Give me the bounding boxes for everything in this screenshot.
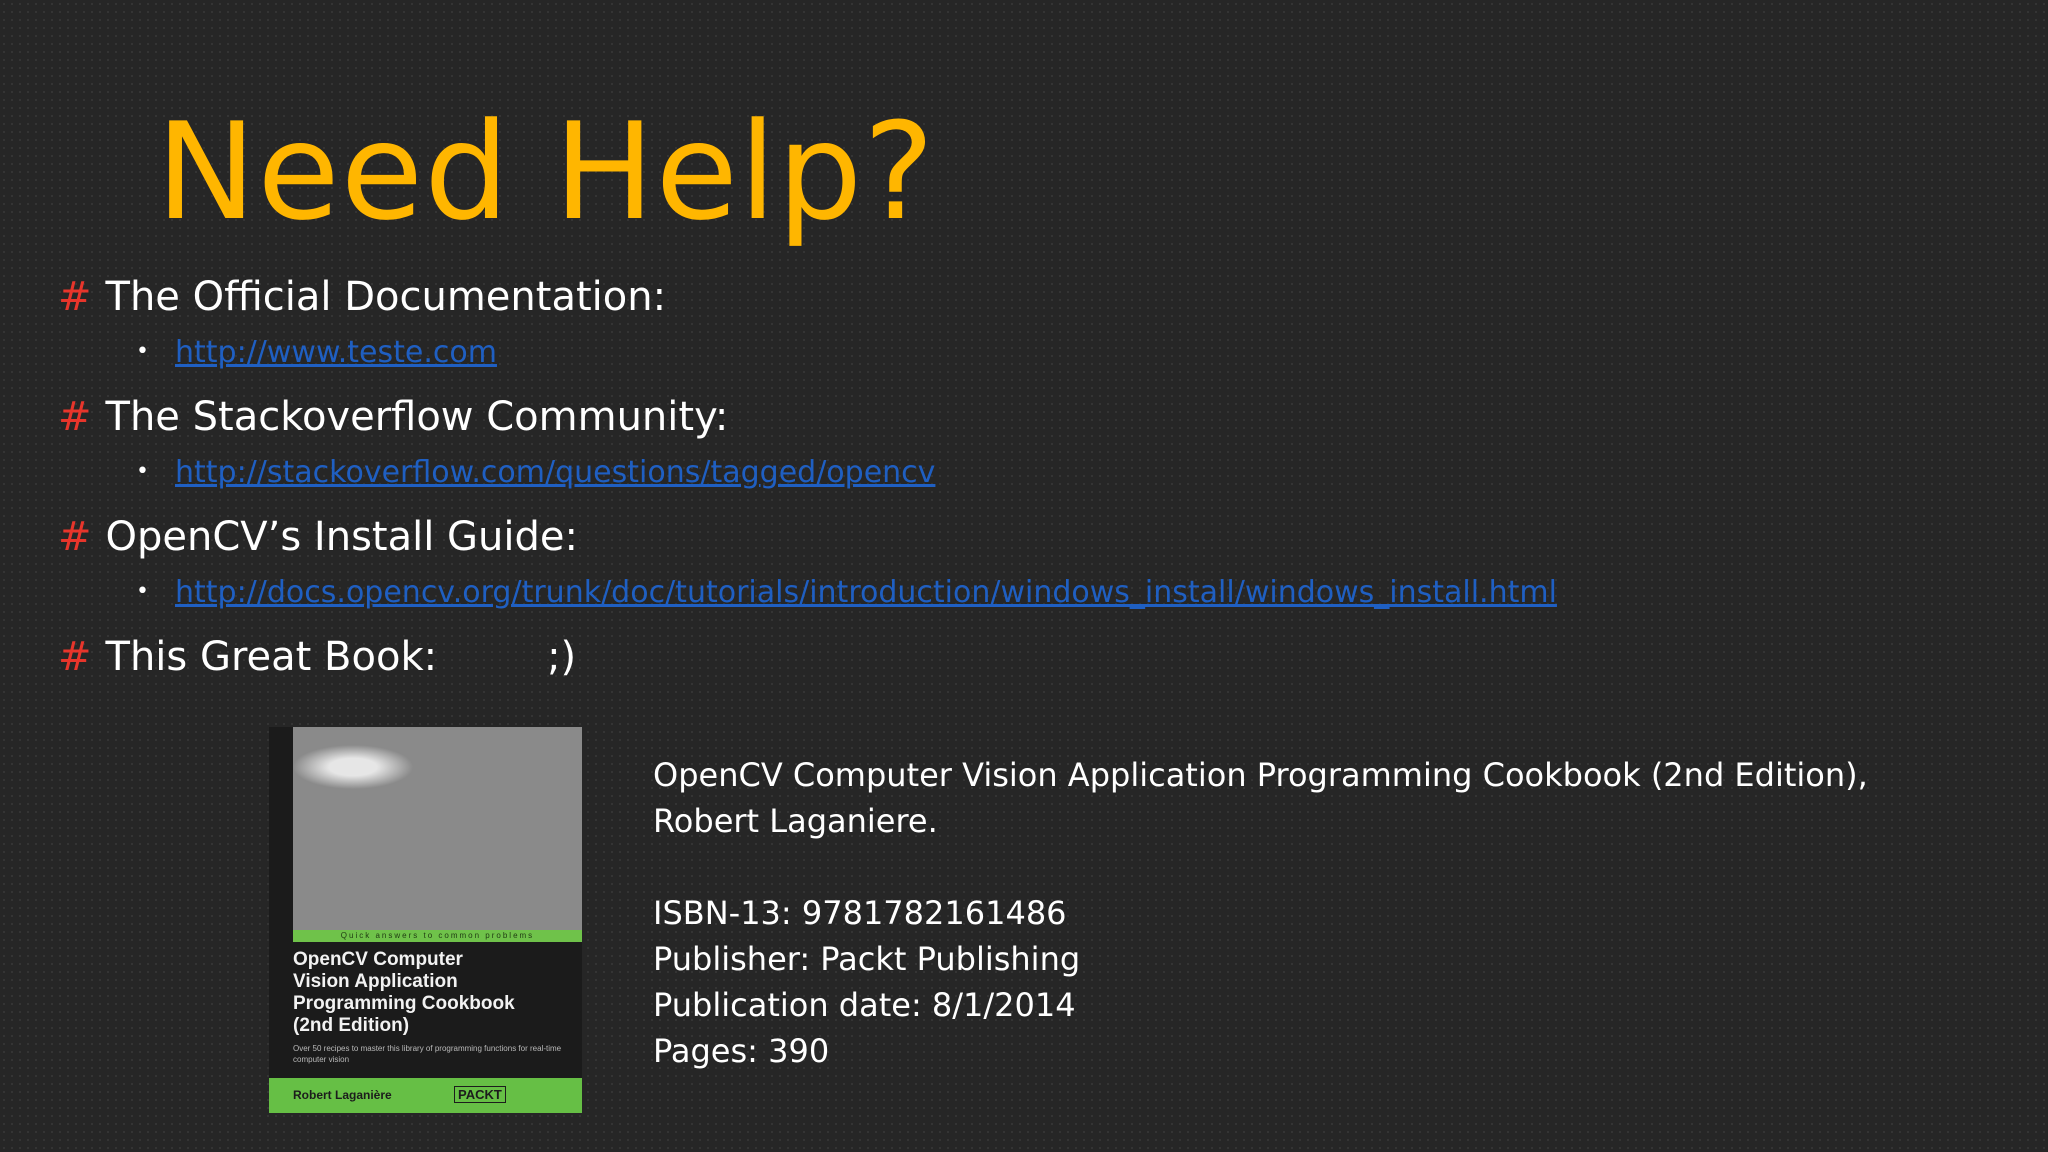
section-heading-book: # This Great Book:;)	[58, 632, 576, 682]
slide-title: Need Help?	[156, 94, 936, 250]
hash-marker: #	[58, 394, 92, 440]
wink-emoticon: ;)	[547, 634, 577, 680]
install-guide-link[interactable]: http://docs.opencv.org/trunk/doc/tutoria…	[175, 575, 1557, 610]
publisher-logo: PACKT	[454, 1086, 506, 1103]
bullet-icon: •	[136, 339, 149, 364]
hash-marker: #	[58, 514, 92, 560]
list-item-documentation-link: • http://www.teste.com	[136, 333, 497, 376]
hash-marker: #	[58, 634, 92, 680]
list-item-install-guide-link: • http://docs.opencv.org/trunk/doc/tutori…	[136, 573, 1557, 616]
heading-text: The Stackoverflow Community:	[105, 394, 729, 440]
heading-text: This Great Book:	[105, 634, 438, 680]
book-full-title: OpenCV Computer Vision Application Progr…	[653, 756, 1868, 794]
book-publication-date: Publication date: 8/1/2014	[653, 986, 1076, 1024]
cover-subtitle: Over 50 recipes to master this library o…	[293, 1044, 562, 1064]
section-heading-documentation: # The Official Documentation:	[58, 272, 666, 322]
bullet-icon: •	[136, 459, 149, 484]
book-publisher: Publisher: Packt Publishing	[653, 940, 1081, 978]
section-heading-install-guide: # OpenCV’s Install Guide:	[58, 512, 578, 562]
section-heading-stackoverflow: # The Stackoverflow Community:	[58, 392, 728, 442]
cover-author: Robert Laganière	[293, 1088, 392, 1102]
book-cover-image: Quick answers to common problems OpenCV …	[269, 727, 582, 1113]
book-isbn: ISBN-13: 9781782161486	[653, 894, 1067, 932]
heading-text: OpenCV’s Install Guide:	[105, 514, 578, 560]
cover-footer: Robert Laganière PACKT	[269, 1078, 582, 1113]
documentation-link[interactable]: http://www.teste.com	[175, 335, 497, 370]
list-item-stackoverflow-link: • http://stackoverflow.com/questions/tagg…	[136, 453, 935, 496]
book-pages: Pages: 390	[653, 1032, 830, 1070]
bullet-icon: •	[136, 579, 149, 604]
cover-title: OpenCV Computer Vision Application Progr…	[293, 949, 515, 1036]
book-author: Robert Laganiere.	[653, 802, 938, 840]
cover-strip: Quick answers to common problems	[293, 930, 582, 942]
hash-marker: #	[58, 274, 92, 320]
heading-text: The Official Documentation:	[105, 274, 667, 320]
book-info: OpenCV Computer Vision Application Progr…	[653, 752, 1868, 1074]
stackoverflow-link[interactable]: http://stackoverflow.com/questions/tagge…	[175, 455, 935, 490]
slide: Need Help? # The Official Documentation: …	[0, 0, 2048, 1152]
cover-photo	[293, 727, 582, 930]
